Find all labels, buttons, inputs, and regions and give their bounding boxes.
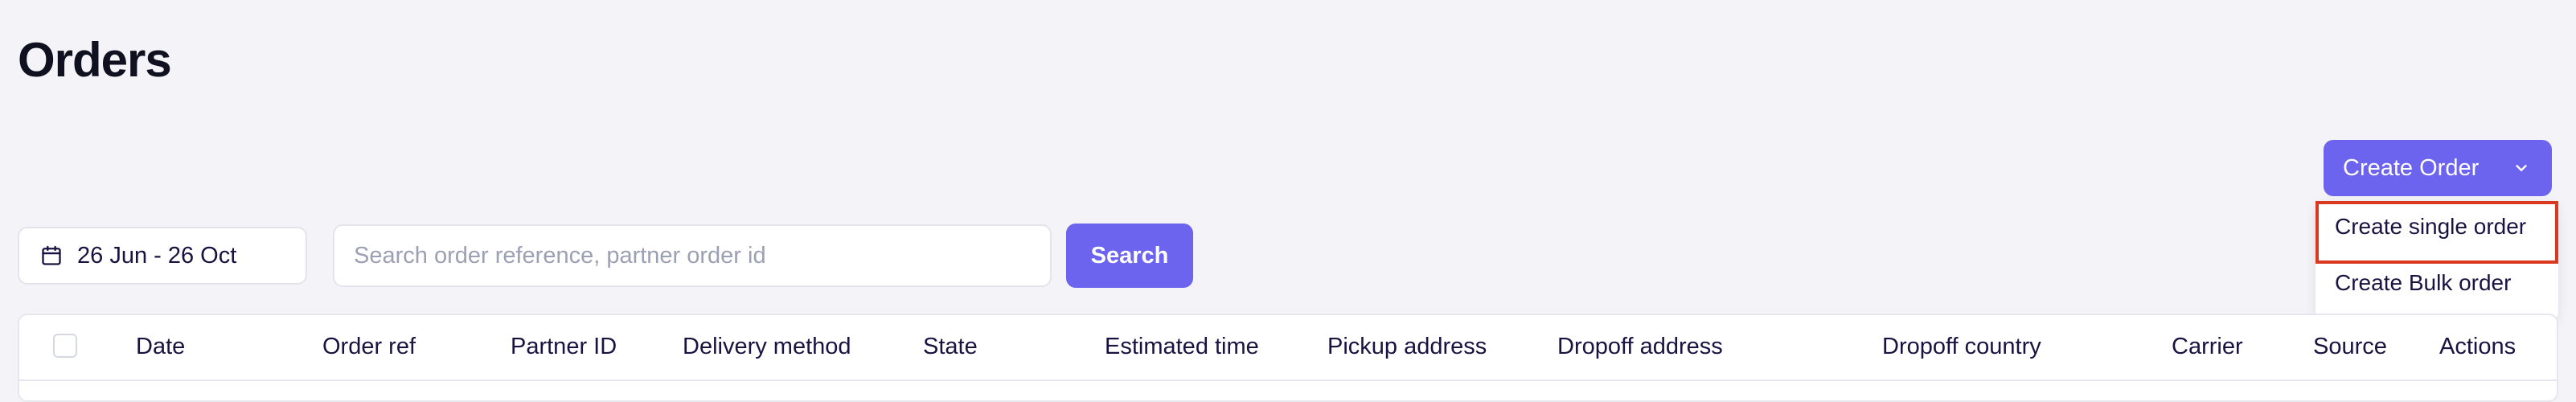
menu-item-create-single-order[interactable]: Create single order (2316, 201, 2558, 252)
column-header-source[interactable]: Source (2313, 315, 2387, 378)
search-input[interactable] (333, 224, 1052, 287)
date-range-value: 26 Jun - 26 Oct (77, 242, 237, 269)
chevron-down-icon (2510, 157, 2533, 179)
orders-table: Date Order ref Partner ID Delivery metho… (18, 314, 2558, 402)
date-range-picker[interactable]: 26 Jun - 26 Oct (18, 227, 307, 285)
column-header-order-ref[interactable]: Order ref (322, 315, 416, 378)
select-all-checkbox[interactable] (53, 334, 77, 358)
search-button[interactable]: Search (1066, 224, 1193, 288)
column-header-state[interactable]: State (923, 315, 978, 378)
create-order-button[interactable]: Create Order (2324, 140, 2552, 196)
calendar-icon (40, 244, 63, 267)
column-header-actions: Actions (2439, 333, 2517, 359)
page-title: Orders (18, 33, 172, 87)
table-header: Date Order ref Partner ID Delivery metho… (19, 315, 2557, 381)
create-order-menu: Create single order Create Bulk order (2316, 201, 2558, 320)
menu-item-create-bulk-order[interactable]: Create Bulk order (2316, 257, 2558, 309)
column-header-pickup-address[interactable]: Pickup address (1327, 315, 1487, 378)
column-header-date[interactable]: Date (136, 315, 185, 378)
column-header-estimated-time[interactable]: Estimated time (1105, 315, 1259, 378)
column-header-dropoff-country[interactable]: Dropoff country (1882, 315, 2041, 378)
column-header-partner-id[interactable]: Partner ID (511, 315, 617, 378)
column-header-delivery-method[interactable]: Delivery method (683, 315, 851, 378)
column-header-dropoff-address[interactable]: Dropoff address (1557, 315, 1723, 378)
create-order-label: Create Order (2343, 154, 2480, 181)
column-header-carrier[interactable]: Carrier (2172, 315, 2243, 378)
